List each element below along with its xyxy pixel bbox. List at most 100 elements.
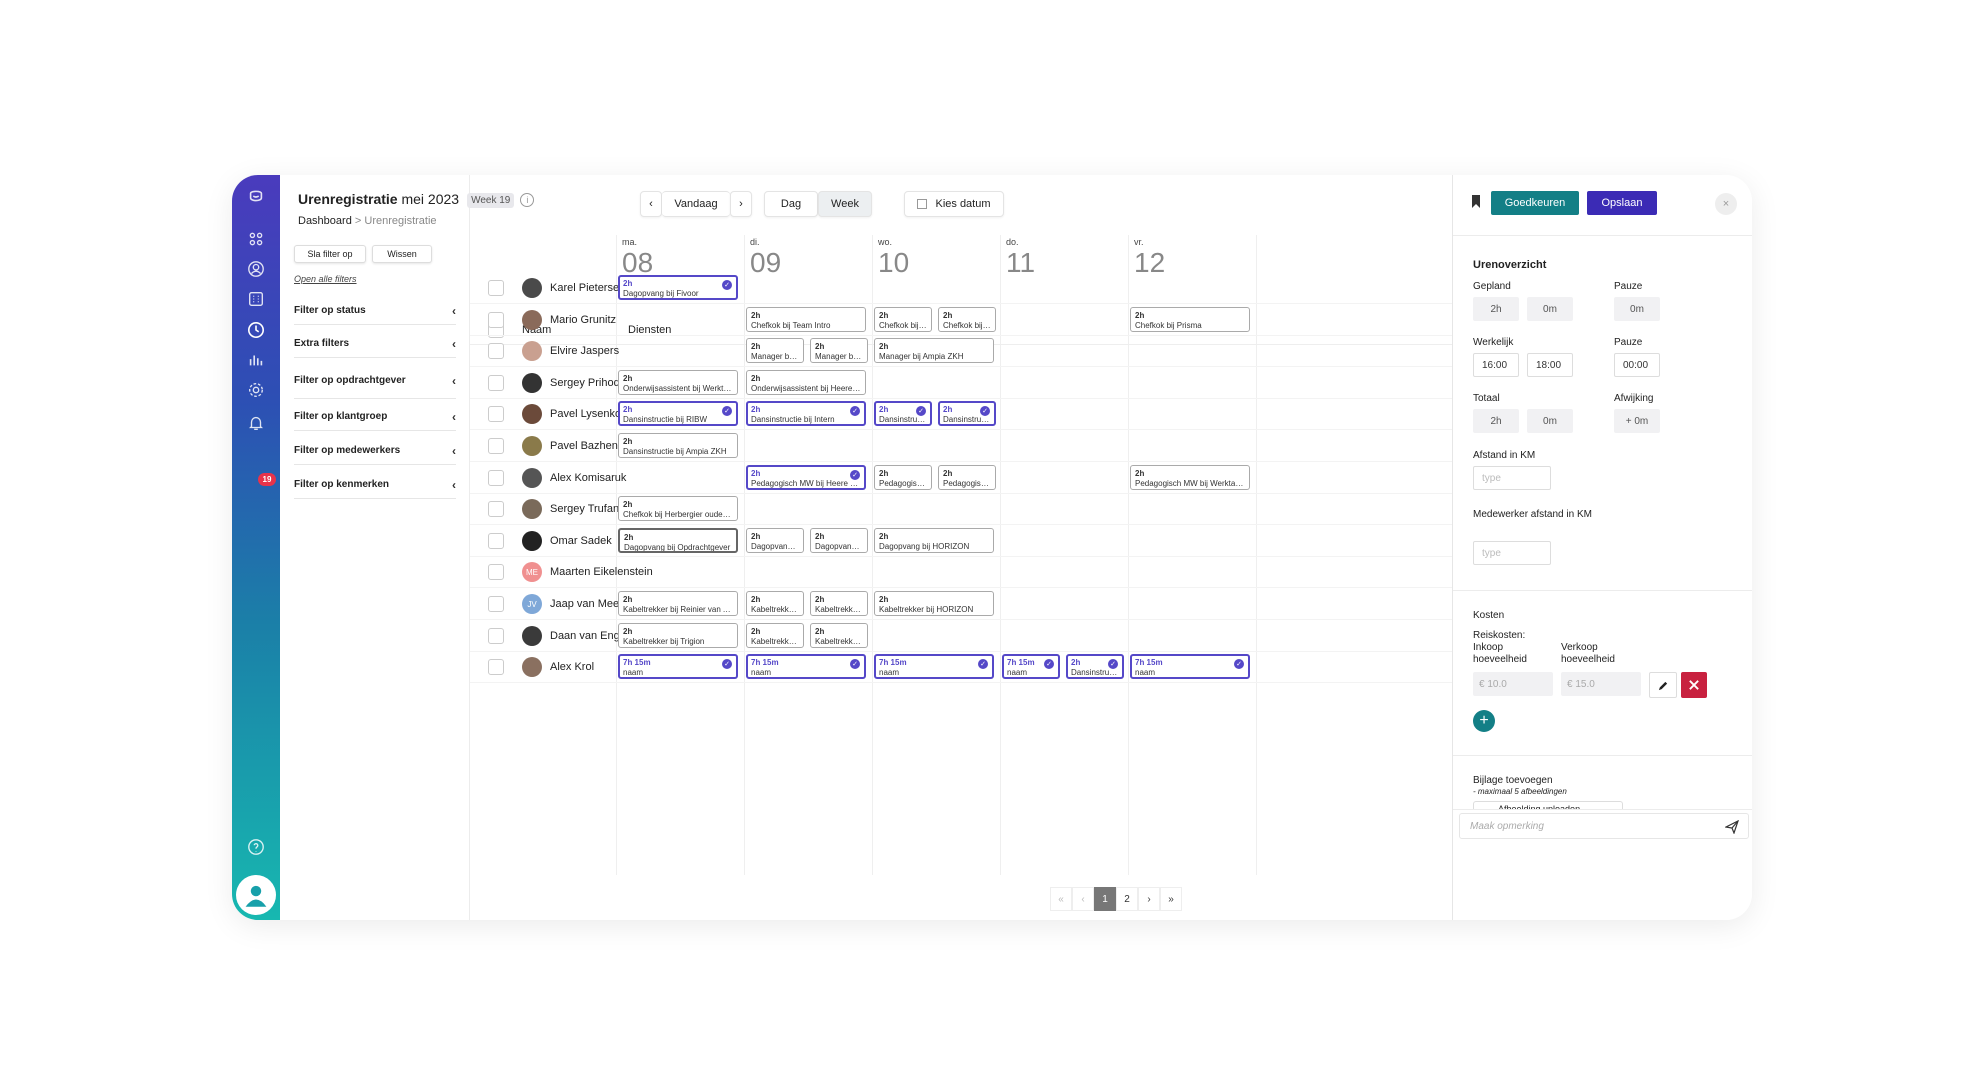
brand-logo-icon[interactable] bbox=[244, 185, 268, 209]
row-checkbox[interactable] bbox=[488, 564, 504, 581]
detail-panel: Goedkeuren Opslaan × Urenoverzicht Gepla… bbox=[1452, 175, 1752, 920]
save-filter-button[interactable]: Sla filter op bbox=[294, 245, 366, 263]
shift-block[interactable]: 2h Dansinstructi... ✓ bbox=[1066, 654, 1124, 680]
open-all-filters-link[interactable]: Open alle filters bbox=[294, 274, 357, 284]
calendar-icon[interactable] bbox=[244, 287, 268, 311]
settings-icon[interactable] bbox=[244, 378, 268, 402]
remark-input[interactable]: Maak opmerking bbox=[1459, 813, 1749, 839]
row-checkbox[interactable] bbox=[488, 659, 504, 676]
shift-block[interactable]: 2h Dagopvang bij Fivoor ✓ bbox=[618, 275, 738, 300]
row-checkbox[interactable] bbox=[488, 532, 504, 549]
distance-input[interactable]: type bbox=[1473, 466, 1551, 490]
shift-block[interactable]: 2h Dansinstructie bij Ampia ZKH bbox=[618, 433, 738, 458]
bell-icon[interactable] bbox=[244, 411, 268, 435]
bar-chart-icon[interactable] bbox=[244, 348, 268, 372]
shift-block[interactable]: 2h Dansinstructie bij Intern ✓ bbox=[746, 401, 866, 427]
shift-block[interactable]: 2hKabeltrekker ... bbox=[810, 591, 868, 616]
shift-block[interactable]: 7h 15m naam ✓ bbox=[618, 654, 738, 680]
shift-block[interactable]: 2h Onderwijsassistent bij Werktalent bbox=[618, 369, 738, 395]
shift-block[interactable]: 2h Manager bij ... bbox=[746, 338, 804, 364]
row-checkbox[interactable] bbox=[488, 280, 504, 296]
shift-block[interactable]: 2h Manager bij ... bbox=[810, 338, 868, 364]
actual-pause-input[interactable]: 00:00 bbox=[1614, 353, 1660, 377]
row-checkbox[interactable] bbox=[488, 406, 504, 423]
shift-block[interactable]: 7h 15m naam ✓ bbox=[746, 654, 866, 680]
employee-name[interactable]: Mario Grunitz bbox=[550, 314, 658, 326]
add-cost-button[interactable]: + bbox=[1473, 710, 1495, 732]
send-icon[interactable] bbox=[1724, 819, 1740, 835]
clock-icon[interactable] bbox=[244, 318, 268, 342]
filter-group-1[interactable]: Filter op status ‹ bbox=[294, 297, 456, 325]
shift-block[interactable]: 2hKabeltrekker ... bbox=[810, 622, 868, 648]
approve-button[interactable]: Goedkeuren bbox=[1491, 191, 1579, 215]
close-icon[interactable]: × bbox=[1715, 193, 1737, 215]
row-checkbox[interactable] bbox=[488, 311, 504, 328]
apps-grid-icon[interactable] bbox=[244, 227, 268, 251]
shift-block[interactable]: 7h 15m naam ✓ bbox=[1130, 654, 1250, 680]
bookmark-icon[interactable] bbox=[1471, 195, 1481, 208]
shift-block[interactable]: 2h Dansinstructie bij RIBW ✓ bbox=[618, 401, 738, 427]
shift-block[interactable]: 7h 15m naam ✓ bbox=[1002, 654, 1060, 680]
page-1-button[interactable]: 1 bbox=[1094, 887, 1116, 911]
row-checkbox[interactable] bbox=[488, 469, 504, 486]
shift-block[interactable]: 2h Pedagogisch MW bij Heere aan ... ✓ bbox=[746, 464, 866, 490]
buy-price-input[interactable]: € 10.0 bbox=[1473, 672, 1553, 696]
employee-distance-input[interactable]: type bbox=[1473, 541, 1551, 565]
shift-block[interactable]: 2h Chefkok bij ... bbox=[938, 306, 996, 332]
filter-group-5[interactable]: Filter op medewerkers ‹ bbox=[294, 437, 456, 465]
employee-name[interactable]: Maarten Eikelenstein bbox=[550, 566, 658, 578]
first-page-button[interactable]: « bbox=[1050, 887, 1072, 911]
delete-cost-button[interactable] bbox=[1681, 672, 1707, 698]
table-row: JV Jaap van Meerveld 2h Kabeltrekker bij Re… bbox=[470, 588, 1452, 620]
sell-price-input[interactable]: € 15.0 bbox=[1561, 672, 1641, 696]
shift-block[interactable]: 2hPedagogisch ... bbox=[874, 464, 932, 490]
row-checkbox[interactable] bbox=[488, 596, 504, 612]
user-circle-icon[interactable] bbox=[244, 257, 268, 281]
shift-block[interactable]: 2h Dansinstructi... ✓ bbox=[938, 401, 996, 427]
breadcrumb-dashboard[interactable]: Dashboard bbox=[298, 215, 352, 227]
shift-block[interactable]: 2h Kabeltrekker bij Trigion bbox=[618, 622, 738, 648]
upload-image-button[interactable]: Afbeelding uploaden bbox=[1473, 801, 1623, 809]
shift-block[interactable]: 2h Onderwijsassistent bij Heere aa... bbox=[746, 369, 866, 395]
row-checkbox[interactable] bbox=[488, 501, 504, 518]
shift-block[interactable]: 2h Dagopvang bij HORIZON bbox=[874, 527, 994, 553]
shift-block[interactable]: 2hKabeltrekker ... bbox=[746, 591, 804, 616]
start-time-input[interactable]: 16:00 bbox=[1473, 353, 1519, 377]
save-button[interactable]: Opslaan bbox=[1587, 191, 1657, 215]
filter-group-label: Filter op opdrachtgever bbox=[294, 374, 406, 386]
page-2-button[interactable]: 2 bbox=[1116, 887, 1138, 911]
row-checkbox[interactable] bbox=[488, 343, 504, 360]
shift-block[interactable]: 2h Kabeltrekker... bbox=[746, 622, 804, 648]
shift-block[interactable]: 2hPedagogisch ... bbox=[938, 464, 996, 490]
shift-block[interactable]: 2hChefkok bij R... bbox=[874, 306, 932, 332]
row-checkbox[interactable] bbox=[488, 374, 504, 391]
shift-block[interactable]: 7h 15m naam ✓ bbox=[874, 654, 994, 680]
end-time-input[interactable]: 18:00 bbox=[1527, 353, 1573, 377]
last-page-button[interactable]: » bbox=[1160, 887, 1182, 911]
shift-block[interactable]: 2h Kabeltrekker bij HORIZON bbox=[874, 591, 994, 616]
shift-block[interactable]: 2h Chefkok bij Herbergier ouderen... bbox=[618, 496, 738, 522]
shift-block[interactable]: 2h Pedagogisch MW bij Werktalent bbox=[1130, 464, 1250, 490]
prev-page-button[interactable]: ‹ bbox=[1072, 887, 1094, 911]
filter-group-2[interactable]: Extra filters ‹ bbox=[294, 330, 456, 358]
filter-group-4[interactable]: Filter op klantgroep ‹ bbox=[294, 403, 456, 431]
row-checkbox[interactable] bbox=[488, 627, 504, 644]
shift-block[interactable]: 2hDagopvang b... bbox=[746, 527, 804, 553]
employee-name[interactable]: Elvire Jaspers bbox=[550, 345, 658, 357]
profile-icon[interactable] bbox=[236, 875, 276, 915]
shift-block[interactable]: 2h Chefkok bij Prisma bbox=[1130, 306, 1250, 332]
shift-block[interactable]: 2h Kabeltrekker bij Reinier van Arkel bbox=[618, 591, 738, 616]
edit-cost-button[interactable] bbox=[1649, 672, 1677, 698]
shift-block[interactable]: 2h Chefkok bij Team Intro bbox=[746, 306, 866, 332]
employee-name[interactable]: Alex Komisaruk bbox=[550, 472, 658, 484]
shift-block[interactable]: 2h Dansinstructi... ✓ bbox=[874, 401, 932, 427]
shift-block[interactable]: 2hDagopvang b... bbox=[810, 527, 868, 553]
clear-filter-button[interactable]: Wissen bbox=[372, 245, 432, 263]
filter-group-3[interactable]: Filter op opdrachtgever ‹ bbox=[294, 363, 456, 399]
row-checkbox[interactable] bbox=[488, 438, 504, 454]
filter-group-6[interactable]: Filter op kenmerken ‹ bbox=[294, 471, 456, 499]
help-icon[interactable] bbox=[244, 835, 268, 859]
shift-block[interactable]: 2h Manager bij Ampia ZKH bbox=[874, 338, 994, 364]
next-page-button[interactable]: › bbox=[1138, 887, 1160, 911]
shift-block[interactable]: 2h Dagopvang bij Opdrachtgever bbox=[618, 527, 738, 553]
